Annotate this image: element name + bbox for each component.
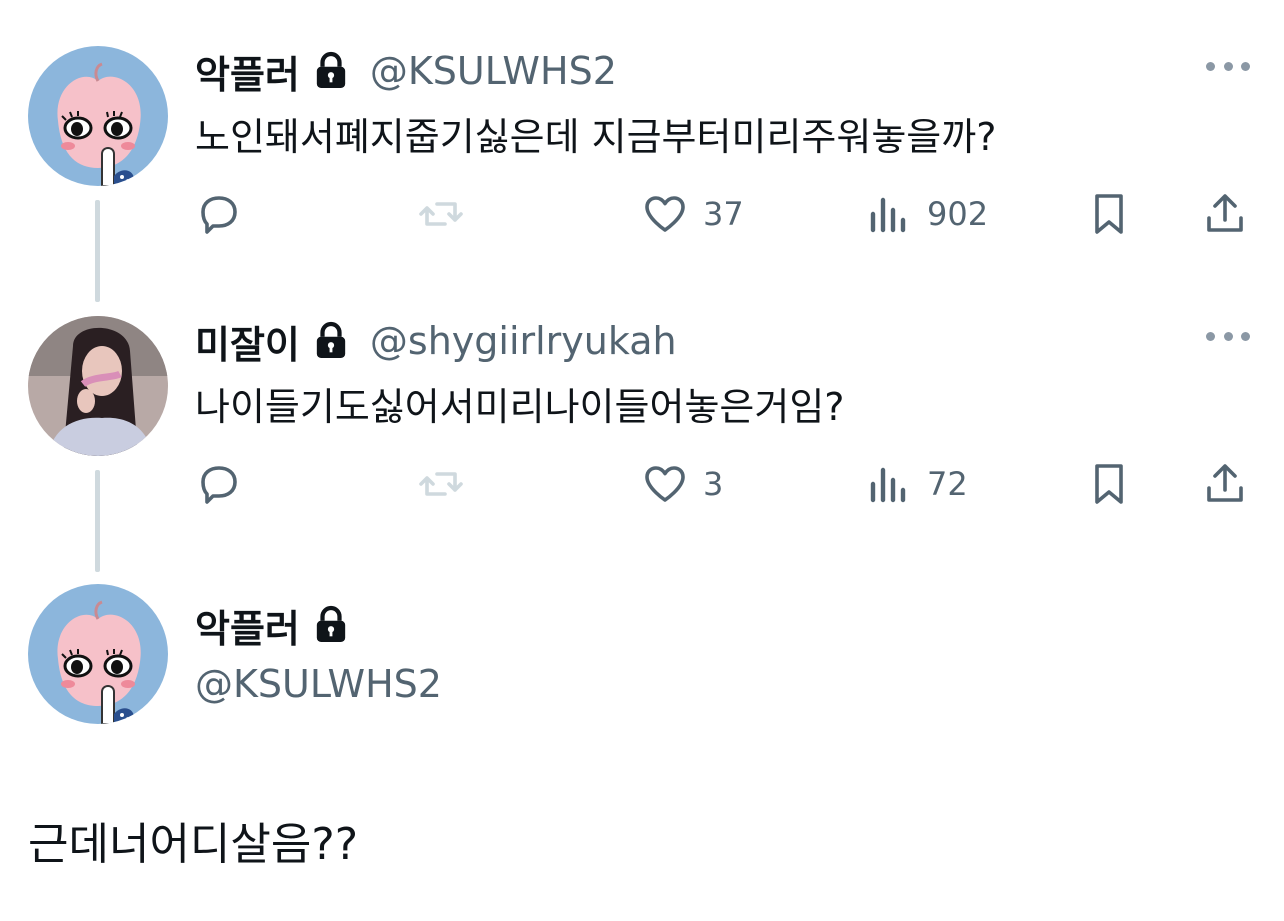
- bookmark-icon: [1095, 464, 1123, 504]
- retweet-icon: [419, 202, 463, 226]
- view-count: 902: [927, 195, 989, 233]
- share-button[interactable]: [1201, 186, 1249, 242]
- share-button[interactable]: [1201, 456, 1249, 512]
- like-count: 37: [703, 195, 744, 233]
- view-count: 72: [927, 465, 968, 503]
- avatar[interactable]: [28, 584, 168, 724]
- thread-connector: [95, 200, 100, 302]
- tweet-text: 노인돼서폐지줍기싫은데 지금부터미리주워놓을까?: [195, 115, 997, 159]
- bookmark-button[interactable]: [1085, 186, 1133, 242]
- avatar[interactable]: [28, 316, 168, 456]
- more-options-button[interactable]: [1206, 56, 1250, 76]
- lock-icon: [314, 321, 348, 361]
- reply-button[interactable]: [195, 456, 243, 512]
- tweet-actions: 3 72: [195, 456, 1255, 512]
- views-chart-icon: [870, 197, 906, 233]
- peach-character-avatar-icon: [28, 46, 168, 186]
- avatar[interactable]: [28, 46, 168, 186]
- user-handle[interactable]: @KSULWHS2: [195, 662, 442, 706]
- heart-icon: [645, 196, 685, 232]
- like-count: 3: [703, 465, 724, 503]
- like-button[interactable]: 3: [641, 456, 723, 512]
- main-tweet-text: 근데너어디살음??: [28, 819, 359, 870]
- tweet-text: 나이들기도싫어서미리나이들어놓은거임?: [195, 385, 845, 429]
- display-name[interactable]: 미잘이: [195, 314, 300, 369]
- girl-photo-avatar-icon: [28, 316, 168, 456]
- share-icon: [1207, 194, 1243, 232]
- share-icon: [1207, 464, 1243, 502]
- like-button[interactable]: 37: [641, 186, 744, 242]
- thread-connector: [95, 470, 100, 572]
- heart-icon: [645, 466, 685, 502]
- reply-icon: [201, 466, 237, 504]
- peach-character-avatar-icon: [28, 584, 168, 724]
- retweet-button[interactable]: [417, 456, 465, 512]
- bookmark-icon: [1095, 194, 1123, 234]
- views-chart-icon: [870, 467, 906, 503]
- views-button[interactable]: 902: [865, 186, 988, 242]
- lock-icon: [314, 605, 348, 645]
- reply-button[interactable]: [195, 186, 243, 242]
- tweet-actions: 37 902: [195, 186, 1255, 242]
- lock-icon: [314, 51, 348, 91]
- user-handle[interactable]: @shygiirlryukah: [370, 319, 677, 363]
- views-button[interactable]: 72: [865, 456, 968, 512]
- more-options-button[interactable]: [1206, 326, 1250, 346]
- user-handle[interactable]: @KSULWHS2: [370, 49, 617, 93]
- retweet-button[interactable]: [417, 186, 465, 242]
- reply-icon: [201, 196, 237, 234]
- bookmark-button[interactable]: [1085, 456, 1133, 512]
- display-name[interactable]: 악플러: [195, 598, 300, 653]
- retweet-icon: [419, 472, 463, 496]
- display-name[interactable]: 악플러: [195, 44, 300, 99]
